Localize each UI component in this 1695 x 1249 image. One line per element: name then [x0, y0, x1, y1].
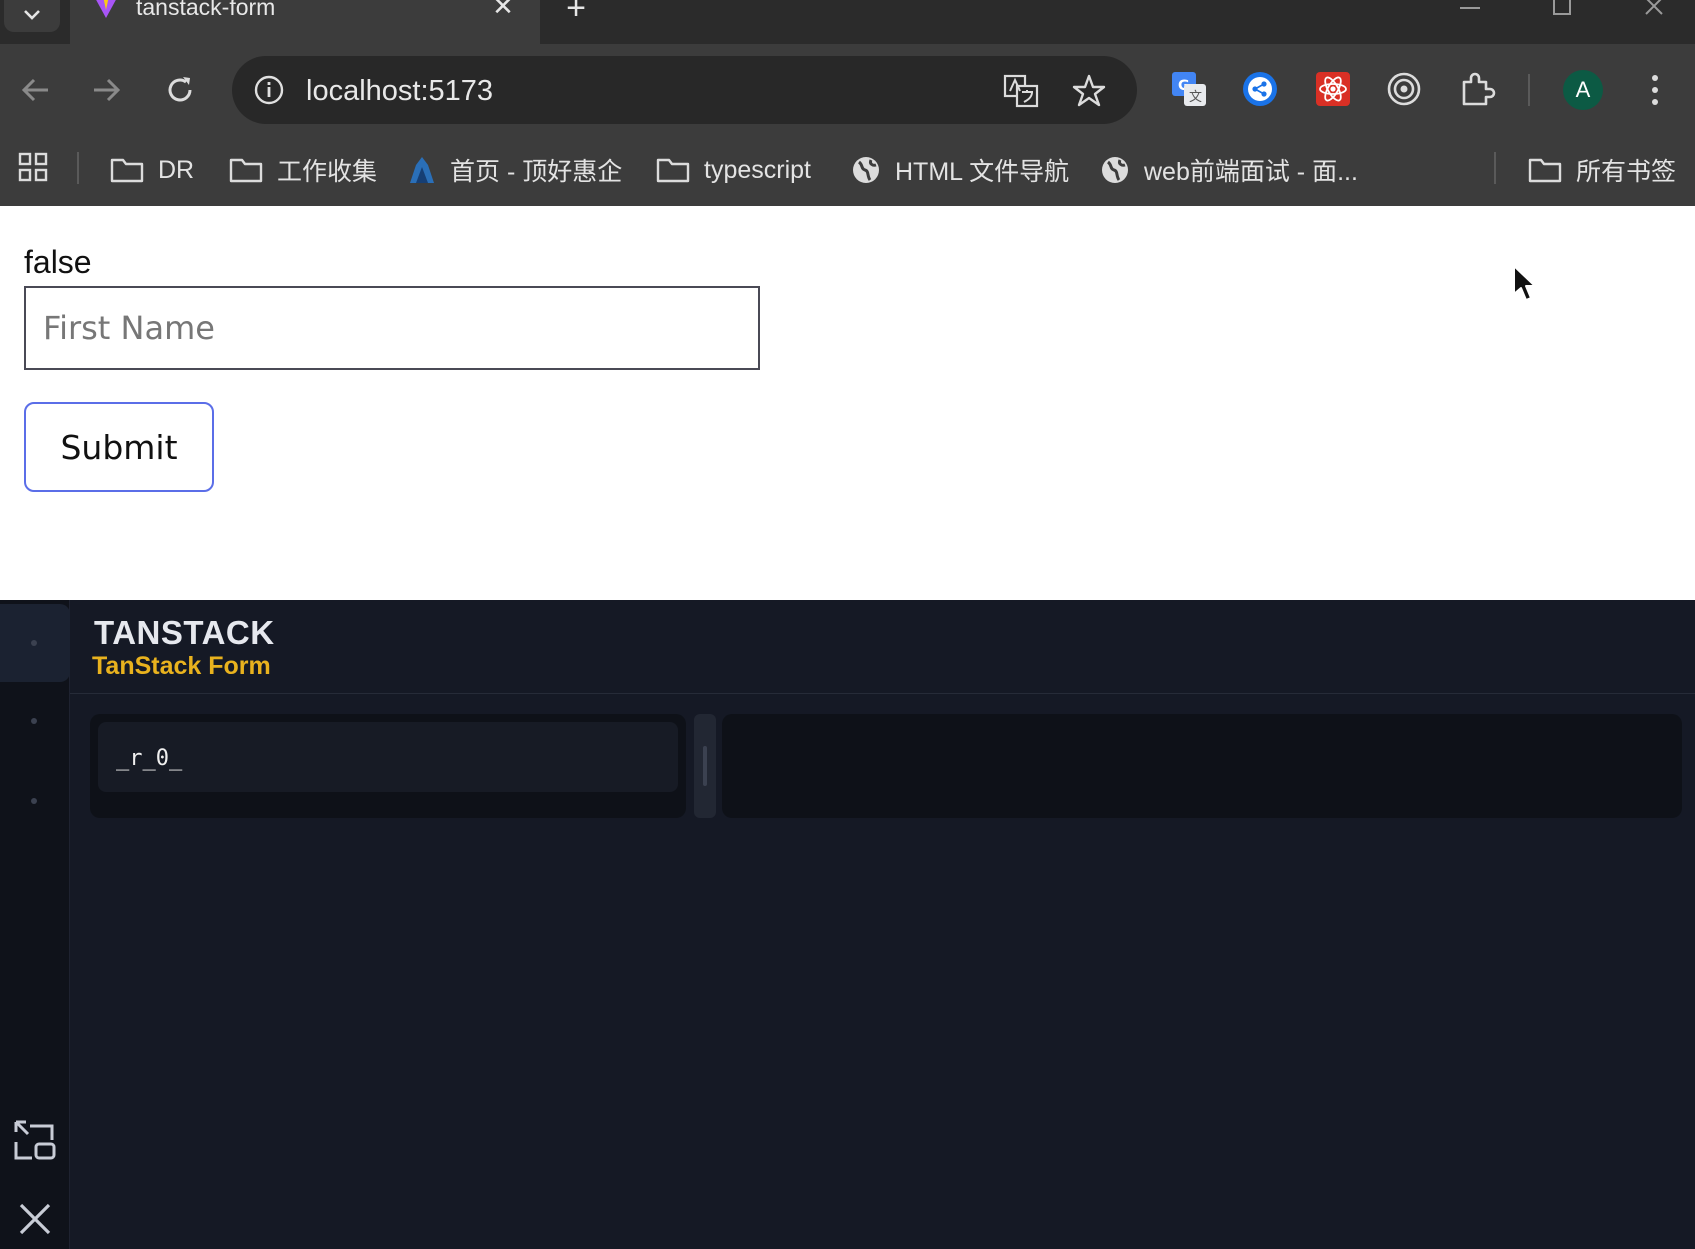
- devtools-sidebar: [0, 600, 70, 1249]
- bookmark-typescript[interactable]: typescript: [656, 150, 811, 190]
- dot-icon: [31, 640, 37, 646]
- site-logo-icon: [410, 157, 434, 183]
- devtools-brand: TANSTACK: [94, 614, 275, 651]
- bookmark-html-nav[interactable]: HTML 文件导航: [851, 150, 1069, 190]
- bookmarks-bar: DR 工作收集 首页 - 顶好惠企 typescript HTML 文件导航 w…: [0, 136, 1695, 206]
- maximize-icon[interactable]: [1542, 0, 1582, 20]
- svg-text:文: 文: [1189, 90, 1202, 105]
- google-translate-extension-icon[interactable]: G文: [1170, 70, 1208, 108]
- folder-icon: [1528, 158, 1562, 183]
- bookmark-work-collection[interactable]: 工作收集: [229, 150, 377, 190]
- site-info-icon[interactable]: [252, 73, 286, 107]
- dock-position-icon[interactable]: [12, 1118, 58, 1164]
- url-text: localhost:5173: [306, 75, 494, 107]
- folder-icon: [110, 158, 144, 183]
- first-name-input[interactable]: [24, 286, 760, 370]
- translate-icon[interactable]: [1002, 72, 1040, 110]
- dot-icon[interactable]: [31, 718, 37, 724]
- form-details-panel: [722, 714, 1682, 818]
- tab-tanstack-form[interactable]: tanstack-form ✕: [70, 0, 540, 44]
- bookmark-label: typescript: [704, 155, 811, 184]
- minimize-icon[interactable]: [1450, 0, 1490, 20]
- submit-button[interactable]: Submit: [24, 402, 214, 492]
- forms-list-panel: _r_0_: [90, 714, 686, 818]
- devtools-subtitle: TanStack Form: [92, 652, 271, 680]
- back-arrow-icon[interactable]: [18, 72, 54, 108]
- page-content: false Submit: [0, 206, 1695, 600]
- bookmark-web-interview[interactable]: web前端面试 - 面...: [1100, 150, 1358, 190]
- browser-chrome: tanstack-form ✕ + localhost:5173 G文 A DR…: [0, 0, 1695, 206]
- devtools-tab-active[interactable]: [0, 604, 70, 682]
- address-bar[interactable]: localhost:5173: [232, 56, 1137, 124]
- resize-grip: [703, 746, 707, 786]
- bookmark-label: 首页 - 顶好惠企: [450, 158, 623, 186]
- bookmark-label: 工作收集: [277, 158, 378, 186]
- toolbar-separator: [1528, 74, 1530, 106]
- mouse-cursor-icon: [1513, 265, 1536, 301]
- tab-search-button[interactable]: [4, 0, 60, 32]
- tab-strip: tanstack-form ✕ +: [0, 0, 1695, 44]
- forward-arrow-icon[interactable]: [88, 72, 124, 108]
- devtools-header: TANSTACK TanStack Form: [70, 600, 1695, 694]
- bookmark-star-icon[interactable]: [1070, 72, 1108, 110]
- extensions-puzzle-icon[interactable]: [1458, 70, 1496, 108]
- panel-resize-handle[interactable]: [694, 714, 716, 818]
- globe-icon: [1102, 157, 1128, 183]
- browser-toolbar: localhost:5173 G文 A: [0, 44, 1695, 136]
- chevron-down-icon: [24, 10, 40, 20]
- share-extension-icon[interactable]: [1241, 70, 1279, 108]
- reload-icon[interactable]: [162, 72, 198, 108]
- target-extension-icon[interactable]: [1385, 70, 1423, 108]
- tab-title: tanstack-form: [136, 0, 276, 20]
- apps-grid-icon[interactable]: [18, 152, 48, 182]
- bookmarks-separator: [1494, 152, 1496, 184]
- all-bookmarks[interactable]: 所有书签: [1528, 150, 1676, 190]
- folder-icon: [656, 158, 690, 183]
- form-list-item[interactable]: _r_0_: [98, 722, 678, 792]
- more-menu-icon[interactable]: [1640, 70, 1670, 110]
- bookmark-label: web前端面试 - 面...: [1144, 158, 1358, 186]
- tanstack-devtools-panel: TANSTACK TanStack Form _r_0_: [0, 600, 1695, 1249]
- new-tab-button[interactable]: +: [560, 0, 592, 25]
- all-bookmarks-label: 所有书签: [1576, 158, 1677, 186]
- bookmark-dr[interactable]: DR: [110, 150, 194, 190]
- bookmark-homepage[interactable]: 首页 - 顶好惠企: [408, 150, 622, 190]
- bookmark-label: DR: [158, 155, 195, 184]
- profile-avatar[interactable]: A: [1563, 70, 1603, 110]
- dot-icon[interactable]: [31, 798, 37, 804]
- react-devtools-icon[interactable]: [1314, 70, 1352, 108]
- close-window-icon[interactable]: [1634, 0, 1674, 20]
- folder-icon: [229, 158, 263, 183]
- form-id: _r_0_: [116, 746, 183, 771]
- tab-close-icon[interactable]: ✕: [490, 0, 516, 20]
- bookmarks-separator: [77, 152, 79, 184]
- form-state-text: false: [24, 244, 92, 280]
- bookmark-label: HTML 文件导航: [895, 158, 1070, 186]
- globe-icon: [853, 157, 879, 183]
- vite-icon: [96, 0, 116, 18]
- close-devtools-icon[interactable]: [12, 1196, 58, 1242]
